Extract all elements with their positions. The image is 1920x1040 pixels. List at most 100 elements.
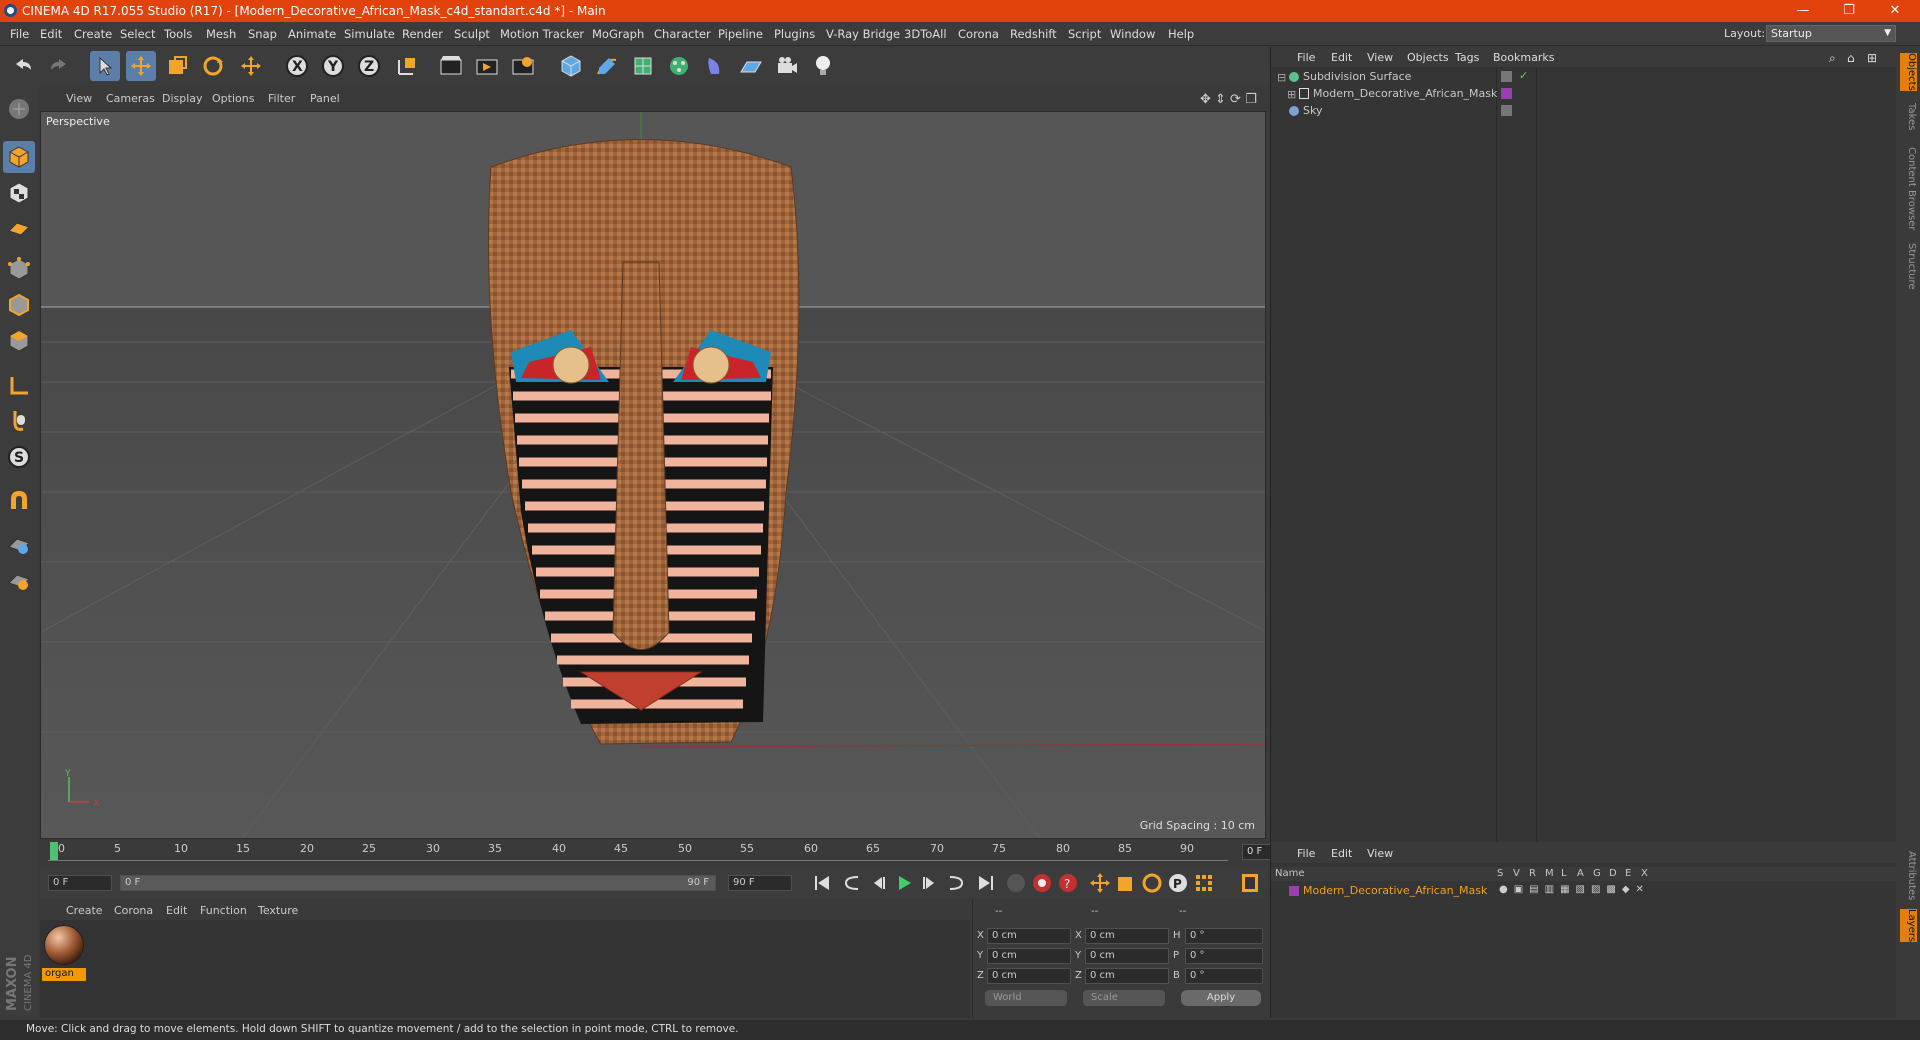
- pen-icon[interactable]: [592, 51, 622, 81]
- menu-mesh[interactable]: Mesh: [206, 27, 236, 41]
- camera-icon[interactable]: [772, 51, 802, 81]
- object-name[interactable]: Sky: [1303, 104, 1322, 117]
- rotate-icon[interactable]: [198, 51, 228, 81]
- menu-animate[interactable]: Animate: [288, 27, 336, 41]
- make-editable-icon[interactable]: [3, 93, 35, 125]
- axis-icon[interactable]: [3, 369, 35, 401]
- key-param-icon[interactable]: P: [1166, 871, 1190, 895]
- menu-tools[interactable]: Tools: [164, 27, 192, 41]
- viewport-menu-panel[interactable]: Panel: [310, 92, 340, 105]
- floor-icon[interactable]: [736, 51, 766, 81]
- menu-character[interactable]: Character: [654, 27, 711, 41]
- end-frame-field[interactable]: 90 F: [728, 875, 792, 891]
- layer-color-swatch[interactable]: [1501, 88, 1512, 99]
- size-z-field[interactable]: 0 cm: [1085, 968, 1169, 984]
- layer-col-deformers[interactable]: D: [1609, 868, 1617, 879]
- menu-motion-tracker[interactable]: Motion Tracker: [500, 27, 584, 41]
- position-x-field[interactable]: 0 cm: [987, 928, 1071, 944]
- rotation-p-field[interactable]: 0 °: [1185, 948, 1263, 964]
- object-menu-file[interactable]: File: [1297, 51, 1315, 64]
- layer-menu-file[interactable]: File: [1297, 847, 1315, 860]
- menu-script[interactable]: Script: [1068, 27, 1101, 41]
- enable-snap-icon[interactable]: [3, 565, 35, 597]
- render-settings-icon[interactable]: [508, 51, 538, 81]
- object-menu-edit[interactable]: Edit: [1331, 51, 1352, 64]
- timeline-ruler[interactable]: 0 5 10 15 20 25 30 35 40 45 50 55 60 65 …: [40, 840, 1304, 866]
- polygons-mode-icon[interactable]: [3, 325, 35, 357]
- tab-content-browser[interactable]: Content Browser: [1900, 147, 1917, 230]
- menu-3dtoall[interactable]: 3DToAll: [904, 27, 947, 41]
- home-icon[interactable]: ⌂: [1847, 51, 1855, 65]
- go-to-end-icon[interactable]: [974, 871, 998, 895]
- tab-takes[interactable]: Takes: [1900, 103, 1917, 130]
- texture-mode-icon[interactable]: [3, 177, 35, 209]
- layer-col-generators[interactable]: G: [1593, 868, 1601, 879]
- object-name[interactable]: Modern_Decorative_African_Mask: [1313, 87, 1497, 100]
- menu-sculpt[interactable]: Sculpt: [454, 27, 490, 41]
- tree-expand-icon[interactable]: ⊞: [1287, 88, 1296, 101]
- menu-corona[interactable]: Corona: [958, 27, 999, 41]
- menu-plugins[interactable]: Plugins: [774, 27, 815, 41]
- rotation-h-field[interactable]: 0 °: [1185, 928, 1263, 944]
- tree-collapse-icon[interactable]: ⊟: [1277, 71, 1286, 84]
- apply-button[interactable]: Apply: [1181, 990, 1261, 1006]
- object-menu-bookmarks[interactable]: Bookmarks: [1493, 51, 1554, 64]
- workplane-icon[interactable]: [3, 213, 35, 245]
- viewport-menu-filter[interactable]: Filter: [268, 92, 295, 105]
- menu-redshift[interactable]: Redshift: [1010, 27, 1057, 41]
- viewport-menu-view[interactable]: View: [66, 92, 92, 105]
- autokey-icon[interactable]: ?: [1056, 871, 1080, 895]
- prev-key-icon[interactable]: [840, 871, 864, 895]
- key-position-icon[interactable]: [1088, 871, 1112, 895]
- material-menu-edit[interactable]: Edit: [166, 904, 187, 917]
- size-y-field[interactable]: 0 cm: [1085, 948, 1169, 964]
- material-preview[interactable]: [44, 925, 84, 965]
- key-scale-icon[interactable]: [1114, 871, 1138, 895]
- menu-mograph[interactable]: MoGraph: [592, 27, 644, 41]
- solo-icon[interactable]: S: [3, 441, 35, 473]
- object-row-subdivision[interactable]: ⊟ Subdivision Surface ✓: [1271, 69, 1897, 85]
- coord-system-icon[interactable]: [392, 51, 422, 81]
- move-icon[interactable]: [126, 51, 156, 81]
- world-dropdown[interactable]: World: [985, 990, 1067, 1006]
- undo-icon[interactable]: [8, 51, 38, 81]
- object-menu-tags[interactable]: Tags: [1455, 51, 1479, 64]
- material-menu-function[interactable]: Function: [200, 904, 247, 917]
- select-icon[interactable]: [90, 51, 120, 81]
- tab-attributes[interactable]: Attributes: [1900, 851, 1917, 900]
- deformer-icon[interactable]: [700, 51, 730, 81]
- layer-col-view[interactable]: V: [1513, 868, 1520, 879]
- x-axis-icon[interactable]: X: [282, 51, 312, 81]
- subdivision-icon[interactable]: [628, 51, 658, 81]
- tweak-icon[interactable]: [3, 405, 35, 437]
- key-pla-icon[interactable]: [1192, 871, 1216, 895]
- viewport-menu-cameras[interactable]: Cameras: [106, 92, 155, 105]
- visibility-toggle-icon[interactable]: [1501, 105, 1512, 116]
- layer-col-locked[interactable]: L: [1561, 868, 1567, 879]
- visibility-toggle-icon[interactable]: [1501, 71, 1512, 82]
- tab-layers[interactable]: Layers: [1900, 909, 1917, 943]
- restore-button[interactable]: ❐: [1834, 2, 1864, 20]
- layer-col-xref[interactable]: X: [1641, 868, 1648, 879]
- timeline-window-icon[interactable]: [1238, 871, 1262, 895]
- snap-icon[interactable]: [3, 529, 35, 561]
- menu-create[interactable]: Create: [74, 27, 112, 41]
- next-key-icon[interactable]: [944, 871, 968, 895]
- viewport-menu-display[interactable]: Display: [162, 92, 203, 105]
- material-name[interactable]: organ: [42, 968, 86, 981]
- magnet-icon[interactable]: [3, 485, 35, 517]
- layout-dropdown[interactable]: Startup ▼: [1766, 25, 1896, 42]
- minimize-button[interactable]: —: [1788, 2, 1818, 20]
- object-name[interactable]: Subdivision Surface: [1303, 70, 1411, 83]
- key-rotation-icon[interactable]: [1140, 871, 1164, 895]
- menu-pipeline[interactable]: Pipeline: [718, 27, 763, 41]
- points-mode-icon[interactable]: [3, 253, 35, 285]
- menu-window[interactable]: Window: [1110, 27, 1155, 41]
- record-icon[interactable]: [1030, 871, 1054, 895]
- position-z-field[interactable]: 0 cm: [987, 968, 1071, 984]
- layer-flags-icons[interactable]: ●▣▤▥▦▧▨▩◆✕: [1499, 884, 1650, 895]
- layer-color-swatch[interactable]: [1289, 886, 1299, 896]
- next-frame-icon[interactable]: [918, 871, 942, 895]
- live-select-icon[interactable]: [236, 51, 266, 81]
- close-button[interactable]: ✕: [1880, 2, 1910, 20]
